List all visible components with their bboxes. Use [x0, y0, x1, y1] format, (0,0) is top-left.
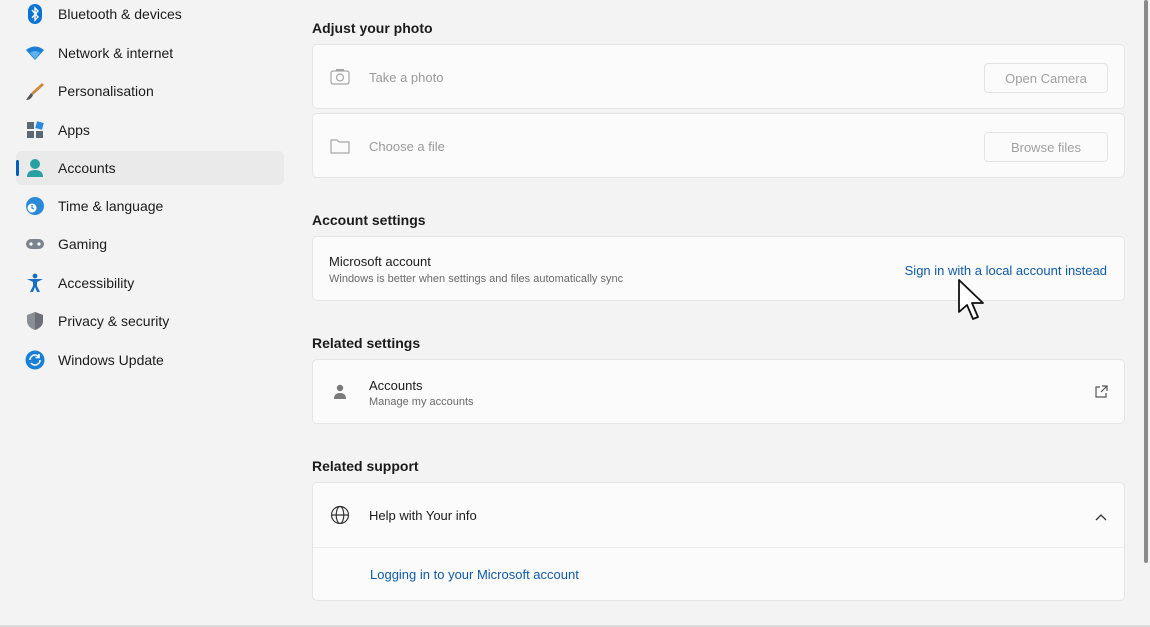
open-external-icon: [1094, 385, 1108, 404]
help-your-info-header[interactable]: Help with Your info: [313, 483, 1124, 547]
wifi-icon: [25, 43, 45, 63]
sidebar-item-apps[interactable]: Apps: [16, 113, 284, 147]
folder-icon: [330, 136, 350, 156]
apps-icon: [25, 120, 45, 140]
mouse-pointer-icon: [957, 278, 987, 327]
sidebar-item-label: Time & language: [58, 198, 164, 214]
local-account-link[interactable]: Sign in with a local account instead: [905, 263, 1107, 278]
sidebar-item-accessibility[interactable]: Accessibility: [16, 266, 284, 300]
accounts-link-description: Manage my accounts: [369, 396, 474, 408]
accounts-link-row[interactable]: Accounts Manage my accounts: [312, 359, 1125, 424]
scrollbar[interactable]: [1144, 0, 1148, 563]
choose-file-label: Choose a file: [369, 139, 445, 154]
section-title-related-settings: Related settings: [312, 335, 421, 351]
sidebar-item-windows-update[interactable]: Windows Update: [16, 343, 284, 377]
globe-icon: [330, 505, 350, 525]
accessibility-icon: [25, 273, 45, 293]
person-icon: [330, 382, 350, 402]
microsoft-account-row: Microsoft account Windows is better when…: [312, 236, 1125, 301]
shield-icon: [25, 311, 45, 331]
accounts-link-title: Accounts: [369, 378, 423, 393]
sidebar-item-bluetooth[interactable]: Bluetooth & devices: [16, 0, 284, 31]
camera-icon: [330, 67, 350, 87]
sidebar-item-personalisation[interactable]: Personalisation: [16, 74, 284, 108]
take-photo-row: Take a photo Open Camera: [312, 44, 1125, 109]
help-your-info-title: Help with Your info: [369, 508, 477, 523]
divider: [313, 547, 1124, 548]
globe-clock-icon: [25, 196, 45, 216]
choose-file-row: Choose a file Browse files: [312, 113, 1125, 178]
browse-files-button[interactable]: Browse files: [984, 132, 1108, 162]
microsoft-account-title: Microsoft account: [329, 254, 431, 269]
section-title-related-support: Related support: [312, 458, 419, 474]
sidebar-item-label: Apps: [58, 122, 90, 138]
sidebar-item-label: Personalisation: [58, 83, 154, 99]
take-photo-label: Take a photo: [369, 70, 444, 85]
help-your-info-panel: Help with Your info Logging in to your M…: [312, 482, 1125, 601]
sidebar-item-label: Gaming: [58, 236, 108, 252]
chevron-up-icon[interactable]: [1095, 508, 1107, 526]
sidebar-item-gaming[interactable]: Gaming: [16, 227, 284, 261]
brush-icon: [25, 81, 45, 101]
bluetooth-icon: [25, 4, 45, 24]
sidebar-item-network[interactable]: Network & internet: [16, 36, 284, 70]
sidebar-item-privacy-security[interactable]: Privacy & security: [16, 304, 284, 338]
sidebar-item-label: Privacy & security: [58, 313, 170, 329]
section-title-adjust-photo: Adjust your photo: [312, 20, 433, 36]
person-icon: [25, 158, 45, 178]
sidebar-item-label: Accounts: [58, 160, 116, 176]
update-icon: [25, 350, 45, 370]
sidebar-item-label: Network & internet: [58, 45, 174, 61]
sidebar-item-accounts[interactable]: Accounts: [16, 151, 284, 185]
section-title-account-settings: Account settings: [312, 212, 426, 228]
microsoft-account-description: Windows is better when settings and file…: [329, 273, 624, 285]
sidebar-item-label: Accessibility: [58, 275, 135, 291]
gamepad-icon: [25, 234, 45, 254]
sidebar-item-label: Bluetooth & devices: [58, 6, 182, 22]
sidebar-item-time-language[interactable]: Time & language: [16, 189, 284, 223]
open-camera-button[interactable]: Open Camera: [984, 63, 1108, 93]
sidebar-item-label: Windows Update: [58, 352, 164, 368]
sidebar-nav: Bluetooth & devices Network & internet P…: [0, 0, 300, 627]
logging-in-help-link[interactable]: Logging in to your Microsoft account: [370, 567, 579, 582]
